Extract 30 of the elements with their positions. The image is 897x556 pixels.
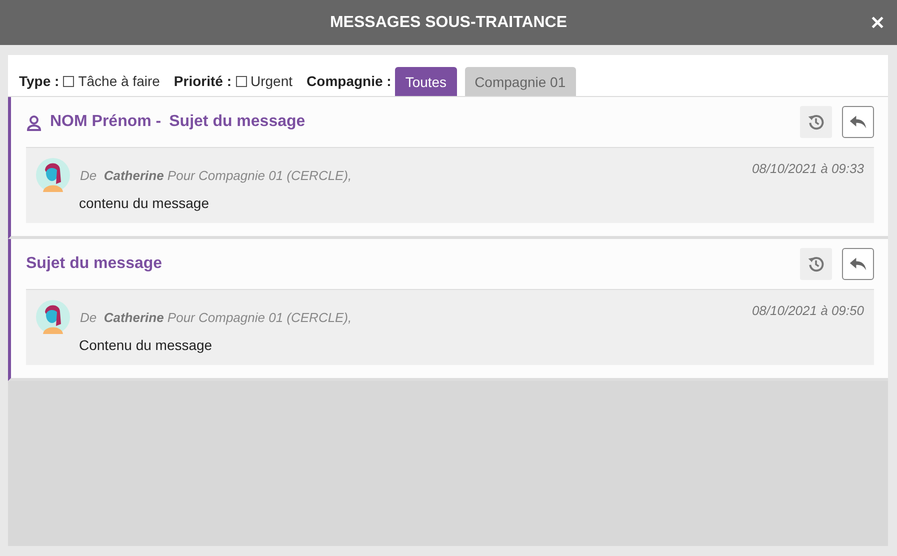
message-sender-line: De Catherine Pour Compagnie 01 (CERCLE),: [80, 310, 352, 325]
close-button[interactable]: ✕: [868, 10, 887, 36]
message-body: Contenu du message: [78, 337, 214, 353]
history-button[interactable]: [800, 248, 832, 280]
reply-button[interactable]: [842, 106, 874, 138]
history-icon: [807, 255, 825, 273]
checkbox[interactable]: [63, 76, 74, 87]
checkbox[interactable]: [236, 76, 246, 87]
filter-label: Type :: [19, 73, 60, 91]
message-date: 08/10/2021 à 09:33: [752, 161, 864, 176]
avatar: [36, 158, 70, 192]
reply-icon: [849, 255, 867, 273]
message-subject: Sujet du message: [169, 113, 306, 131]
message-body: contenu du message: [78, 195, 210, 211]
reply-button[interactable]: [842, 248, 874, 280]
company-tab[interactable]: Compagnie 01: [464, 67, 576, 96]
filter-label: Priorité :: [174, 73, 232, 91]
avatar: [36, 300, 70, 334]
checkbox-label: Urgent: [250, 73, 293, 91]
window-title: MESSAGES SOUS-TRAITANCE: [330, 14, 568, 32]
checkbox-label: Tâche à faire: [78, 73, 160, 91]
message-subject: Sujet du message: [26, 255, 162, 273]
filter-label: Compagnie :: [306, 73, 392, 91]
message-sender-line: De Catherine Pour Compagnie 01 (CERCLE),: [80, 168, 352, 183]
history-icon: [807, 113, 825, 131]
company-tab[interactable]: Toutes: [395, 67, 457, 96]
sender-name: NOM Prénom -: [50, 113, 162, 131]
user-icon: [26, 115, 42, 131]
message-date: 08/10/2021 à 09:50: [752, 303, 864, 318]
history-button[interactable]: [800, 106, 832, 138]
